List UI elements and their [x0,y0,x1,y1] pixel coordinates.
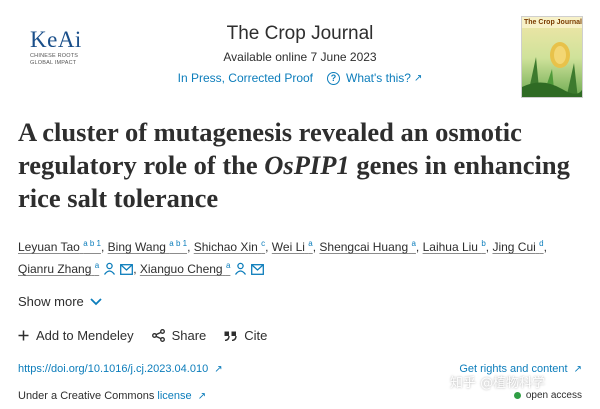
author-link[interactable]: Bing Wang a b 1 [107,239,188,255]
author-link[interactable]: Shengcai Huang a [319,239,416,255]
author-link[interactable]: Shichao Xin c [193,239,266,255]
author-name: Qianru Zhang [18,262,92,276]
cover-illustration [522,17,582,97]
author-name: Wei Li [271,240,305,254]
author-link[interactable]: Wei Li a [271,239,313,255]
article-title: A cluster of mutagenesis revealed an osm… [18,116,588,215]
publisher-logo-wordmark: KeAi [30,27,82,52]
author-name: Jing Cui [492,240,536,254]
external-arrow-icon: ↗ [197,391,207,402]
article-actions: Add to Mendeley Share Cite [18,328,267,343]
add-to-mendeley-button[interactable]: Add to Mendeley [18,328,134,343]
author-affiliation: b [481,239,486,248]
envelope-icon[interactable] [251,260,265,282]
author-name: Shichao Xin [193,240,258,254]
question-circle-icon: ? [327,72,340,85]
journal-header: KeAi CHINESE ROOTS GLOBAL IMPACT The Cro… [0,0,600,100]
chevron-down-icon [90,297,102,305]
author-name: Bing Wang [107,240,166,254]
author-affiliation: c [261,239,266,248]
author-link[interactable]: Xianguo Cheng a [139,261,231,277]
cite-label: Cite [244,328,268,343]
whats-this-label: What's this? [346,71,411,85]
article-status-row: In Press, Corrected Proof ? What's this?… [150,71,450,86]
article-title-gene: OsPIP1 [264,150,350,180]
open-access-dot-icon [513,392,521,399]
available-online-date: Available online 7 June 2023 [223,50,377,64]
doi-link[interactable]: https://doi.org/10.1016/j.cj.2023.04.010… [18,363,223,375]
share-label: Share [171,328,207,343]
doi-text: https://doi.org/10.1016/j.cj.2023.04.010 [18,363,209,375]
journal-cover-image[interactable]: The Crop Journal [521,16,583,98]
author-name: Laihua Liu [422,240,478,254]
author-affiliation: a b 1 [83,239,101,248]
journal-title[interactable]: The Crop Journal [150,22,450,46]
external-arrow-icon: ↗ [573,364,582,375]
license-prefix: Under a Creative Commons [18,390,158,402]
person-icon[interactable] [234,260,247,282]
author-affiliation: a [308,239,313,248]
author-name: Leyuan Tao [18,240,80,254]
open-access-badge: open access [513,390,582,401]
author-name: Shengcai Huang [319,240,409,254]
author-affiliation: d [539,239,544,248]
author-affiliation: a [411,239,416,248]
author-link[interactable]: Jing Cui d [492,239,544,255]
in-press-link[interactable]: In Press, Corrected Proof [178,71,313,86]
license-link-label: license [157,390,192,402]
author-affiliation: a [225,261,231,270]
author-link[interactable]: Laihua Liu b [422,239,486,255]
cover-title: The Crop Journal [524,19,582,26]
plus-icon [18,330,29,341]
watermark: 知乎 @植物科学 [450,376,546,391]
license-link[interactable]: license ↗ [157,390,206,402]
cite-button[interactable]: Cite [224,328,267,343]
whats-this-link[interactable]: ? What's this? ↗ [327,71,422,86]
show-more-label: Show more [18,294,84,309]
person-icon[interactable] [103,260,116,282]
license-line: Under a Creative Commons license ↗ [18,390,206,402]
quote-icon [224,331,237,341]
publisher-tagline-1: CHINESE ROOTS [30,53,79,59]
show-more-button[interactable]: Show more [18,294,102,309]
author-name: Xianguo Cheng [139,262,223,276]
share-button[interactable]: Share [151,328,207,343]
external-arrow-icon: ↗ [413,73,423,84]
envelope-icon[interactable] [120,260,134,282]
author-affiliation: a b 1 [169,239,188,248]
author-link[interactable]: Qianru Zhang a [18,261,100,277]
author-list: Leyuan Tao a b 1, Bing Wang a b 1, Shich… [18,236,593,282]
author-link[interactable]: Leyuan Tao a b 1 [18,239,101,255]
journal-info: The Crop Journal Available online 7 June… [150,22,450,86]
open-access-label: open access [525,390,582,401]
publisher-tagline-2: GLOBAL IMPACT [30,60,77,66]
publisher-logo[interactable]: KeAi CHINESE ROOTS GLOBAL IMPACT [30,28,100,67]
author-affiliation: a [94,261,100,270]
add-to-mendeley-label: Add to Mendeley [36,328,134,343]
share-icon [151,329,165,342]
external-arrow-icon: ↗ [214,364,223,375]
